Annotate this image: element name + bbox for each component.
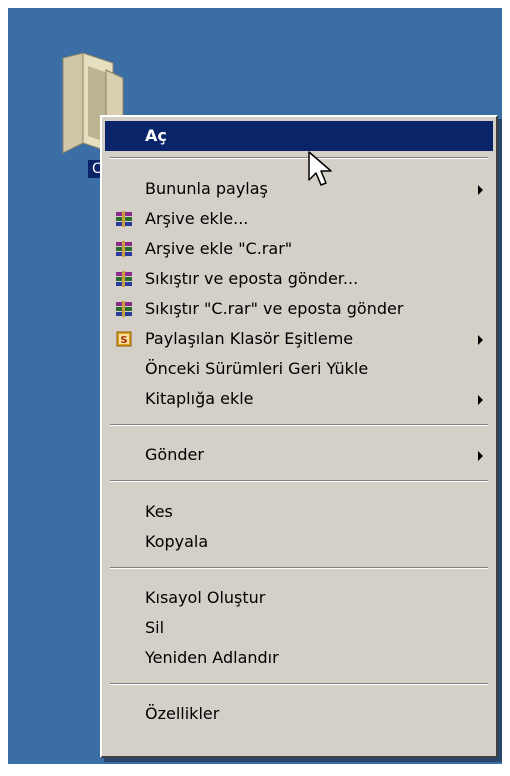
menu-item-label: Önceki Sürümleri Geri Yükle xyxy=(145,359,369,378)
menu-item-label: Aç xyxy=(145,126,167,145)
menu-separator xyxy=(110,480,488,482)
menu-item-copy[interactable]: Kopyala xyxy=(105,527,493,557)
winrar-icon xyxy=(116,241,132,257)
mouse-pointer-icon xyxy=(308,151,332,186)
svg-text:S: S xyxy=(120,335,127,346)
menu-item-label: Kopyala xyxy=(145,532,209,551)
context-menu: Aç Bununla paylaş Arşive ekle... Arşive … xyxy=(100,115,498,758)
menu-item-label: Kes xyxy=(145,502,173,521)
menu-item-label: Özellikler xyxy=(145,704,220,723)
menu-item-properties[interactable]: Özellikler xyxy=(105,699,493,729)
submenu-arrow-icon xyxy=(478,335,483,345)
menu-item-label: Kısayol Oluştur xyxy=(145,588,266,607)
menu-separator xyxy=(110,683,488,685)
winrar-icon xyxy=(116,211,132,227)
menu-item-label: Sıkıştır ve eposta gönder... xyxy=(145,269,359,288)
menu-item-rename[interactable]: Yeniden Adlandır xyxy=(105,643,493,673)
menu-item-label: Arşive ekle... xyxy=(145,209,249,228)
winrar-icon xyxy=(116,301,132,317)
menu-item-compress-crar-email[interactable]: Sıkıştır "C.rar" ve eposta gönder xyxy=(105,294,493,324)
menu-item-add-to-archive[interactable]: Arşive ekle... xyxy=(105,204,493,234)
menu-item-restore-previous-versions[interactable]: Önceki Sürümleri Geri Yükle xyxy=(105,354,493,384)
submenu-arrow-icon xyxy=(478,395,483,405)
menu-item-label: Arşive ekle "C.rar" xyxy=(145,239,293,258)
sync-s-icon: S xyxy=(116,331,132,347)
menu-item-label: Gönder xyxy=(145,445,204,464)
menu-item-label: Yeniden Adlandır xyxy=(145,648,279,667)
menu-item-label: Sil xyxy=(145,618,165,637)
menu-separator xyxy=(110,567,488,569)
winrar-icon xyxy=(116,271,132,287)
menu-item-compress-email[interactable]: Sıkıştır ve eposta gönder... xyxy=(105,264,493,294)
menu-item-label: Paylaşılan Klasör Eşitleme xyxy=(145,329,354,348)
menu-separator xyxy=(110,424,488,426)
menu-item-add-to-crar[interactable]: Arşive ekle "C.rar" xyxy=(105,234,493,264)
menu-item-shared-folder-sync[interactable]: S Paylaşılan Klasör Eşitleme xyxy=(105,324,493,354)
submenu-arrow-icon xyxy=(478,185,483,195)
menu-item-open[interactable]: Aç xyxy=(105,121,493,151)
menu-item-delete[interactable]: Sil xyxy=(105,613,493,643)
menu-item-label: Sıkıştır "C.rar" ve eposta gönder xyxy=(145,299,404,318)
menu-item-send-to[interactable]: Gönder xyxy=(105,440,493,470)
menu-item-label: Kitaplığa ekle xyxy=(145,389,254,408)
submenu-arrow-icon xyxy=(478,451,483,461)
menu-separator xyxy=(110,157,488,159)
menu-item-cut[interactable]: Kes xyxy=(105,497,493,527)
menu-item-share-with[interactable]: Bununla paylaş xyxy=(105,174,493,204)
menu-item-label: Bununla paylaş xyxy=(145,179,268,198)
menu-item-create-shortcut[interactable]: Kısayol Oluştur xyxy=(105,583,493,613)
menu-item-include-in-library[interactable]: Kitaplığa ekle xyxy=(105,384,493,414)
